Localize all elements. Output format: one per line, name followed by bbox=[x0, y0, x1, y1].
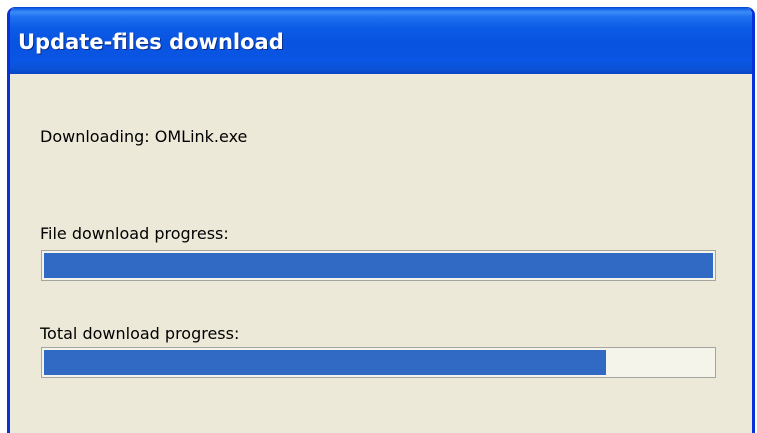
total-progress-fill bbox=[44, 350, 606, 375]
file-progress-fill bbox=[44, 253, 713, 278]
window-title: Update-files download bbox=[18, 30, 284, 54]
total-progress-label: Total download progress: bbox=[40, 324, 240, 343]
total-progress-bar bbox=[41, 347, 716, 378]
total-progress-track bbox=[44, 350, 713, 375]
file-progress-track bbox=[44, 253, 713, 278]
downloading-file-label: Downloading: OMLink.exe bbox=[40, 127, 248, 146]
title-bar[interactable]: Update-files download bbox=[10, 8, 752, 74]
file-progress-bar bbox=[41, 250, 716, 281]
download-dialog: Update-files download Downloading: OMLin… bbox=[7, 7, 755, 433]
dialog-body: Downloading: OMLink.exe File download pr… bbox=[10, 74, 752, 433]
file-progress-label: File download progress: bbox=[40, 224, 229, 243]
